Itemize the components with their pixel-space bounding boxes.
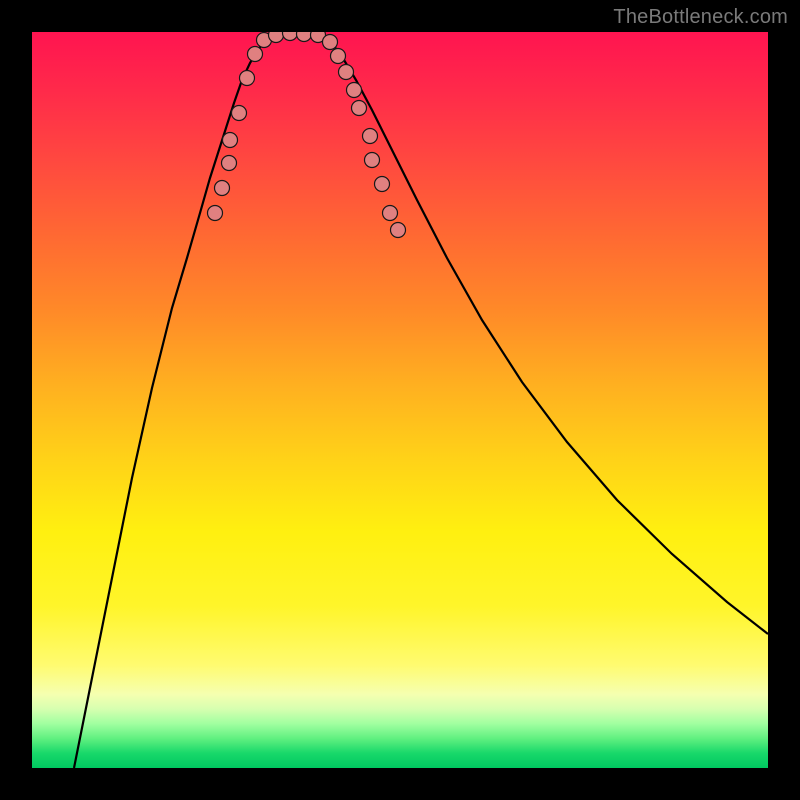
scatter-dot	[232, 106, 247, 121]
scatter-dot	[240, 71, 255, 86]
curve-group	[74, 33, 768, 768]
watermark-text: TheBottleneck.com	[613, 6, 788, 29]
plot-area	[32, 32, 768, 768]
scatter-dot	[222, 156, 237, 171]
scatter-dot	[331, 49, 346, 64]
scatter-dot	[365, 153, 380, 168]
scatter-dots	[208, 32, 406, 238]
scatter-dot	[352, 101, 367, 116]
chart-frame: TheBottleneck.com	[0, 0, 800, 800]
scatter-dot	[223, 133, 238, 148]
scatter-dot	[269, 32, 284, 43]
scatter-dot	[375, 177, 390, 192]
scatter-dot	[363, 129, 378, 144]
scatter-dot	[283, 32, 298, 41]
scatter-dot	[215, 181, 230, 196]
curve-right-branch	[326, 37, 768, 634]
scatter-dot	[383, 206, 398, 221]
chart-svg	[32, 32, 768, 768]
scatter-dot	[339, 65, 354, 80]
curve-left-branch	[74, 37, 270, 768]
scatter-dot	[297, 32, 312, 42]
scatter-dot	[391, 223, 406, 238]
scatter-dot	[248, 47, 263, 62]
scatter-dot	[208, 206, 223, 221]
scatter-dot	[347, 83, 362, 98]
scatter-dot	[323, 35, 338, 50]
